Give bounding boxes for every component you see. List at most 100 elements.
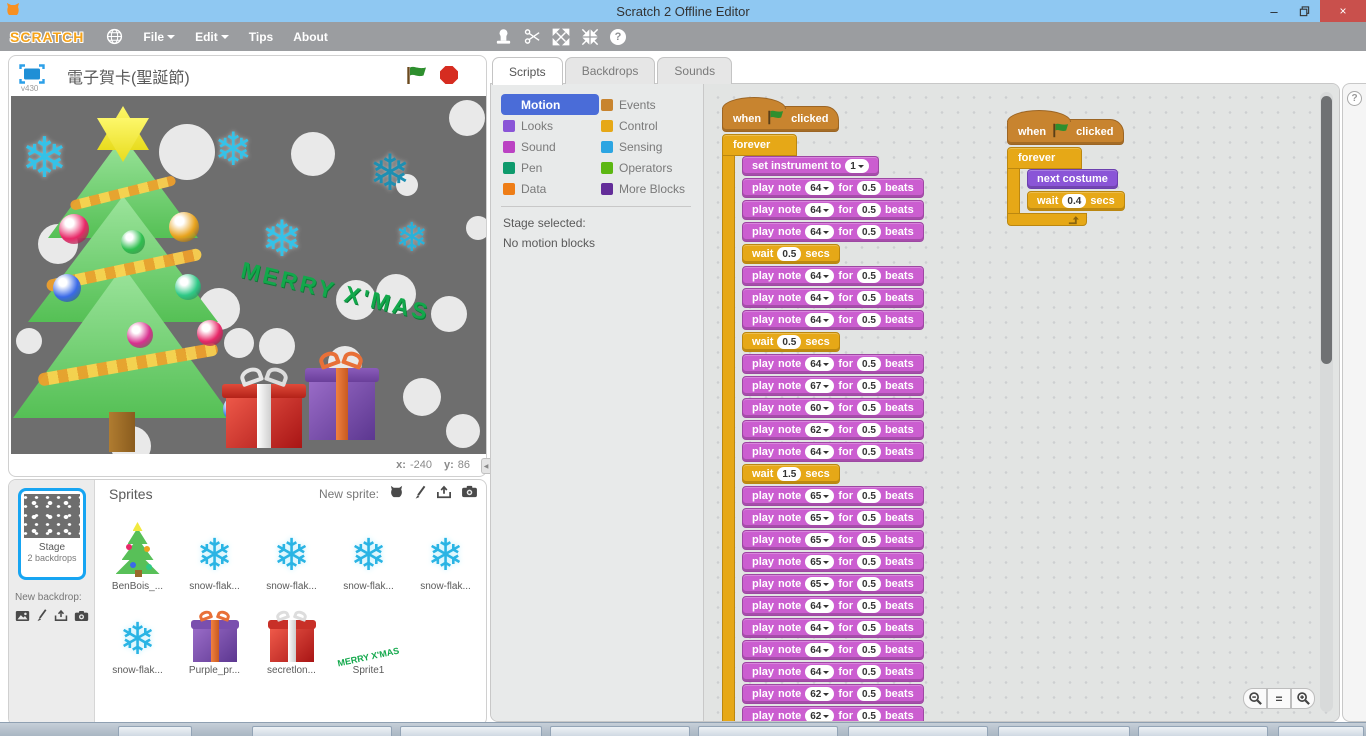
taskbar-button[interactable] bbox=[118, 726, 192, 736]
dropdown-value[interactable]: 64 bbox=[805, 203, 834, 217]
number-value[interactable]: 0.5 bbox=[857, 401, 881, 415]
sprite-thumbnail-snowflake[interactable]: ❄snow-flak... bbox=[176, 510, 253, 594]
zoom-reset-button[interactable]: = bbox=[1267, 688, 1291, 709]
sprite-thumbnail-snowflake[interactable]: ❄snow-flak... bbox=[407, 510, 484, 594]
dropdown-value[interactable]: 64 bbox=[805, 313, 834, 327]
stop-button[interactable] bbox=[440, 66, 458, 84]
category-events[interactable]: Events bbox=[599, 94, 697, 115]
collapse-stage-arrow[interactable]: ◀ bbox=[481, 458, 490, 474]
number-value[interactable]: 0.4 bbox=[1062, 194, 1086, 208]
wait-secs-block[interactable]: wait1.5secs bbox=[742, 464, 840, 484]
play-note-block[interactable]: playnote64for0.5beats bbox=[742, 178, 924, 198]
tips-help-icon[interactable]: ? bbox=[1347, 91, 1362, 106]
category-pen[interactable]: Pen bbox=[501, 157, 599, 178]
forever-block[interactable]: forever bbox=[1007, 147, 1082, 169]
zoom-in-button[interactable] bbox=[1291, 688, 1315, 709]
taskbar-button[interactable] bbox=[550, 726, 690, 736]
number-value[interactable]: 0.5 bbox=[857, 203, 881, 217]
play-note-block[interactable]: playnote64for0.5beats bbox=[742, 310, 924, 330]
delete-scissors-icon[interactable] bbox=[524, 28, 541, 45]
menu-item-edit[interactable]: Edit bbox=[195, 30, 229, 44]
snowflake-sprite[interactable]: ❄ bbox=[261, 214, 303, 264]
dropdown-value[interactable]: 64 bbox=[805, 291, 834, 305]
sprite-thumbnail-banner[interactable]: MERRY X'MASSprite1 bbox=[330, 594, 407, 678]
dropdown-value[interactable]: 60 bbox=[805, 401, 834, 415]
play-note-block[interactable]: playnote62for0.5beats bbox=[742, 706, 924, 722]
number-value[interactable]: 1.5 bbox=[777, 467, 801, 481]
when-flag-clicked-block[interactable]: when clicked bbox=[1007, 119, 1124, 145]
restore-button[interactable] bbox=[1290, 0, 1318, 22]
upload-sprite-icon[interactable] bbox=[436, 485, 452, 504]
windows-taskbar[interactable] bbox=[0, 722, 1366, 736]
dropdown-value[interactable]: 64 bbox=[805, 599, 834, 613]
sprite-thumbnail-snowflake[interactable]: ❄snow-flak... bbox=[253, 510, 330, 594]
number-value[interactable]: 0.5 bbox=[777, 247, 801, 261]
play-note-block[interactable]: playnote65for0.5beats bbox=[742, 574, 924, 594]
minimize-button[interactable]: – bbox=[1260, 0, 1288, 22]
block-help-icon[interactable]: ? bbox=[610, 29, 626, 45]
play-note-block[interactable]: playnote64for0.5beats bbox=[742, 640, 924, 660]
zoom-out-button[interactable] bbox=[1243, 688, 1267, 709]
taskbar-button[interactable] bbox=[252, 726, 392, 736]
duplicate-stamp-icon[interactable] bbox=[494, 28, 513, 46]
grow-sprite-icon[interactable] bbox=[552, 28, 570, 46]
dropdown-value[interactable]: 65 bbox=[805, 489, 834, 503]
wait-secs-block[interactable]: wait0.5secs bbox=[742, 244, 840, 264]
taskbar-button[interactable] bbox=[400, 726, 542, 736]
category-operators[interactable]: Operators bbox=[599, 157, 697, 178]
number-value[interactable]: 0.5 bbox=[777, 335, 801, 349]
taskbar-button[interactable] bbox=[698, 726, 838, 736]
dropdown-value[interactable]: 67 bbox=[805, 379, 834, 393]
number-value[interactable]: 0.5 bbox=[857, 599, 881, 613]
number-value[interactable]: 0.5 bbox=[857, 577, 881, 591]
play-note-block[interactable]: playnote64for0.5beats bbox=[742, 618, 924, 638]
scripts-scrollbar-thumb[interactable] bbox=[1321, 96, 1332, 364]
green-flag-button[interactable] bbox=[406, 66, 428, 90]
sprite-library-icon[interactable] bbox=[388, 484, 405, 504]
number-value[interactable]: 0.5 bbox=[857, 423, 881, 437]
number-value[interactable]: 0.5 bbox=[857, 643, 881, 657]
number-value[interactable]: 0.5 bbox=[857, 555, 881, 569]
dropdown-value[interactable]: 62 bbox=[805, 423, 834, 437]
menu-item-file[interactable]: File bbox=[143, 30, 175, 44]
play-note-block[interactable]: playnote67for0.5beats bbox=[742, 376, 924, 396]
menu-item-tips[interactable]: Tips bbox=[249, 30, 273, 44]
tab-scripts[interactable]: Scripts bbox=[492, 57, 563, 85]
sprite-thumbnail-tree[interactable]: BenBois_... bbox=[99, 510, 176, 594]
number-value[interactable]: 0.5 bbox=[857, 687, 881, 701]
dropdown-value[interactable]: 65 bbox=[805, 533, 834, 547]
taskbar-button[interactable] bbox=[998, 726, 1130, 736]
category-motion[interactable]: Motion bbox=[501, 94, 599, 115]
dropdown-value[interactable]: 64 bbox=[805, 621, 834, 635]
wait-secs-block[interactable]: wait0.5secs bbox=[742, 332, 840, 352]
backdrop-library-icon[interactable] bbox=[15, 609, 30, 627]
number-value[interactable]: 0.5 bbox=[857, 511, 881, 525]
next-costume-block[interactable]: next costume bbox=[1027, 169, 1118, 189]
play-note-block[interactable]: playnote62for0.5beats bbox=[742, 684, 924, 704]
language-globe-icon[interactable] bbox=[106, 28, 123, 45]
category-sensing[interactable]: Sensing bbox=[599, 136, 697, 157]
number-value[interactable]: 0.5 bbox=[857, 445, 881, 459]
sprite-thumbnail-snowflake[interactable]: ❄snow-flak... bbox=[330, 510, 407, 594]
number-value[interactable]: 0.5 bbox=[857, 709, 881, 722]
dropdown-value[interactable]: 64 bbox=[805, 225, 834, 239]
play-note-block[interactable]: playnote65for0.5beats bbox=[742, 530, 924, 550]
dropdown-value[interactable]: 64 bbox=[805, 269, 834, 283]
play-note-block[interactable]: playnote64for0.5beats bbox=[742, 442, 924, 462]
category-more-blocks[interactable]: More Blocks bbox=[599, 178, 697, 199]
fullscreen-icon[interactable]: v430 bbox=[19, 64, 45, 89]
taskbar-button[interactable] bbox=[1278, 726, 1364, 736]
number-value[interactable]: 0.5 bbox=[857, 533, 881, 547]
category-looks[interactable]: Looks bbox=[501, 115, 599, 136]
wait-secs-block[interactable]: wait0.4secs bbox=[1027, 191, 1125, 211]
play-note-block[interactable]: playnote64for0.5beats bbox=[742, 288, 924, 308]
taskbar-button[interactable] bbox=[848, 726, 988, 736]
when-flag-clicked-block[interactable]: when clicked bbox=[722, 106, 839, 132]
number-value[interactable]: 0.5 bbox=[857, 379, 881, 393]
paint-backdrop-icon[interactable] bbox=[36, 608, 48, 627]
play-note-block[interactable]: playnote65for0.5beats bbox=[742, 486, 924, 506]
dropdown-value[interactable]: 64 bbox=[805, 357, 834, 371]
camera-sprite-icon[interactable] bbox=[461, 485, 478, 503]
paint-sprite-icon[interactable] bbox=[414, 484, 427, 505]
number-value[interactable]: 0.5 bbox=[857, 269, 881, 283]
